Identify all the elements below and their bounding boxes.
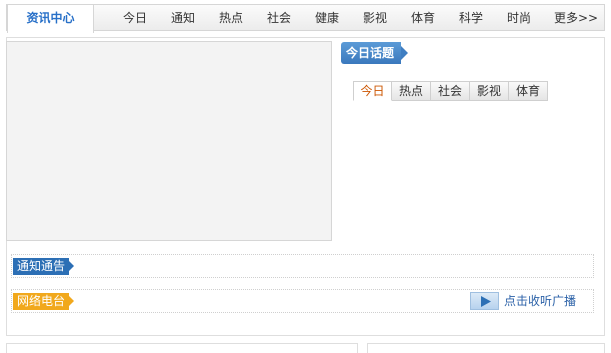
bottom-left-panel <box>6 343 358 353</box>
listen-radio-link[interactable]: 点击收听广播 <box>504 293 576 310</box>
nav-item-today[interactable]: 今日 <box>123 5 147 32</box>
today-topic-badge: 今日话题 <box>341 42 401 64</box>
subtab-hot[interactable]: 热点 <box>392 81 431 101</box>
radio-label[interactable]: 网络电台 <box>13 293 75 310</box>
topic-subtabs: 今日 热点 社会 影视 体育 <box>353 81 548 101</box>
play-button[interactable] <box>470 292 499 310</box>
nav-home-tab[interactable]: 资讯中心 <box>7 4 94 33</box>
nav-item-movies[interactable]: 影视 <box>363 5 387 32</box>
badge-arrow-icon <box>401 46 408 60</box>
nav-item-fashion[interactable]: 时尚 <box>507 5 531 32</box>
nav-item-notice[interactable]: 通知 <box>171 5 195 32</box>
nav-item-sports[interactable]: 体育 <box>411 5 435 32</box>
media-placeholder <box>6 41 332 241</box>
nav-item-health[interactable]: 健康 <box>315 5 339 32</box>
top-nav-bar: 资讯中心 今日 通知 热点 社会 健康 影视 体育 科学 时尚 更多>> <box>6 4 605 33</box>
nav-item-more[interactable]: 更多>> <box>554 5 598 32</box>
notice-box <box>11 254 594 278</box>
play-icon <box>481 296 491 307</box>
subtab-today[interactable]: 今日 <box>353 81 392 101</box>
bottom-right-panel <box>367 343 605 353</box>
nav-item-science[interactable]: 科学 <box>459 5 483 32</box>
nav-item-hot[interactable]: 热点 <box>219 5 243 32</box>
subtab-movies[interactable]: 影视 <box>470 81 509 101</box>
notice-label[interactable]: 通知通告 <box>13 258 75 275</box>
nav-item-society[interactable]: 社会 <box>267 5 291 32</box>
subtab-sports[interactable]: 体育 <box>509 81 548 101</box>
subtab-society[interactable]: 社会 <box>431 81 470 101</box>
